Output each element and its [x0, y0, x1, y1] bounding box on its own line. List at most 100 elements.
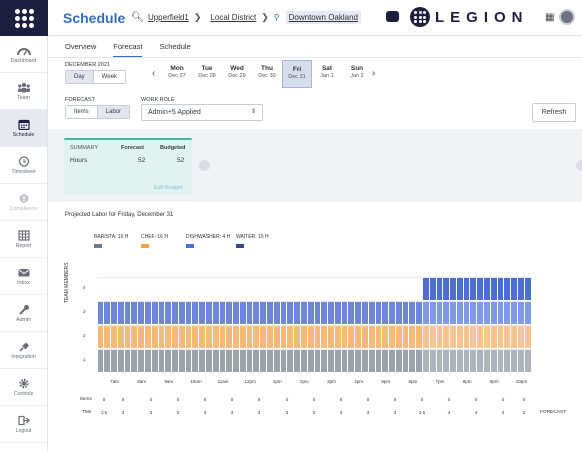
bar-barista[interactable] — [429, 350, 436, 372]
bar-barista[interactable] — [178, 350, 185, 372]
bar-waiter[interactable] — [192, 302, 199, 324]
bar-barista[interactable] — [138, 350, 144, 372]
bar-chef[interactable] — [423, 326, 429, 348]
chevron-right-icon[interactable]: › — [372, 68, 375, 79]
bar-waiter[interactable] — [375, 302, 382, 324]
bar-barista[interactable] — [239, 350, 246, 372]
bar-waiter[interactable] — [104, 302, 111, 324]
bar-waiter[interactable] — [144, 302, 151, 324]
bar-barista[interactable] — [300, 350, 307, 372]
bar-barista[interactable] — [267, 350, 273, 372]
bar-chef[interactable] — [341, 326, 348, 348]
bar-waiter[interactable] — [490, 302, 497, 324]
bar-waiter[interactable] — [477, 302, 484, 324]
bar-barista[interactable] — [307, 350, 314, 372]
bar-waiter[interactable] — [348, 302, 355, 324]
sidebar-item-inbox[interactable]: Inbox — [0, 258, 47, 295]
sidebar-item-report[interactable]: Report — [0, 221, 47, 258]
bar-chef[interactable] — [389, 326, 395, 348]
bar-chef[interactable] — [321, 326, 328, 348]
bar-waiter[interactable] — [111, 302, 117, 324]
bar-barista[interactable] — [206, 350, 212, 372]
bar-barista[interactable] — [165, 350, 172, 372]
sidebar-item-integration[interactable]: Integration — [0, 332, 47, 369]
bar-chef[interactable] — [429, 326, 436, 348]
bar-barista[interactable] — [341, 350, 348, 372]
bar-barista[interactable] — [226, 350, 233, 372]
bar-chef[interactable] — [199, 326, 205, 348]
bar-barista[interactable] — [375, 350, 382, 372]
bar-chef[interactable] — [355, 326, 361, 348]
bar-chef[interactable] — [348, 326, 355, 348]
bar-barista[interactable] — [328, 350, 334, 372]
bar-chef[interactable] — [111, 326, 117, 348]
bar-chef[interactable] — [490, 326, 497, 348]
bar-dishwasher[interactable] — [497, 278, 504, 300]
bar-barista[interactable] — [477, 350, 484, 372]
bar-waiter[interactable] — [328, 302, 334, 324]
bar-barista[interactable] — [355, 350, 361, 372]
avatar[interactable] — [559, 9, 575, 25]
day-wed[interactable]: Wed Dec 29 — [222, 60, 252, 88]
bar-barista[interactable] — [497, 350, 504, 372]
bar-chef[interactable] — [368, 326, 375, 348]
bar-chef[interactable] — [219, 326, 226, 348]
day-thu[interactable]: Thu Dec 30 — [252, 60, 282, 88]
bar-chef[interactable] — [300, 326, 307, 348]
bar-chef[interactable] — [484, 326, 490, 348]
bar-waiter[interactable] — [199, 302, 205, 324]
bar-barista[interactable] — [192, 350, 199, 372]
bar-barista[interactable] — [151, 350, 158, 372]
bar-waiter[interactable] — [178, 302, 185, 324]
bar-chef[interactable] — [511, 326, 517, 348]
bar-waiter[interactable] — [517, 302, 524, 324]
bar-barista[interactable] — [246, 350, 253, 372]
bar-barista[interactable] — [253, 350, 260, 372]
bar-waiter[interactable] — [497, 302, 504, 324]
items-button[interactable]: Items — [66, 106, 97, 118]
bar-chef[interactable] — [212, 326, 219, 348]
bar-waiter[interactable] — [185, 302, 192, 324]
day-sat[interactable]: Sat Jan 1 — [312, 60, 342, 88]
bar-dishwasher[interactable] — [504, 278, 511, 300]
bar-barista[interactable] — [131, 350, 138, 372]
bar-barista[interactable] — [144, 350, 151, 372]
breadcrumb-location[interactable]: Downtown Oakland — [285, 11, 361, 24]
bar-barista[interactable] — [402, 350, 409, 372]
bar-dishwasher[interactable] — [456, 278, 463, 300]
bar-dishwasher[interactable] — [436, 278, 443, 300]
breadcrumb-upperfield[interactable]: Upperfield1 — [148, 13, 189, 22]
bar-chef[interactable] — [334, 326, 341, 348]
carousel-prev-button[interactable] — [199, 160, 210, 171]
bar-barista[interactable] — [294, 350, 300, 372]
bar-barista[interactable] — [273, 350, 280, 372]
bar-dishwasher[interactable] — [511, 278, 517, 300]
bar-dishwasher[interactable] — [450, 278, 456, 300]
bar-dishwasher[interactable] — [484, 278, 490, 300]
bar-waiter[interactable] — [409, 302, 416, 324]
day-view-button[interactable]: Day — [66, 71, 93, 83]
bar-barista[interactable] — [463, 350, 470, 372]
bar-chef[interactable] — [151, 326, 158, 348]
bar-barista[interactable] — [524, 350, 531, 372]
tab-overview[interactable]: Overview — [65, 42, 96, 58]
bar-waiter[interactable] — [239, 302, 246, 324]
bar-chef[interactable] — [443, 326, 450, 348]
bar-barista[interactable] — [504, 350, 511, 372]
bar-chef[interactable] — [395, 326, 402, 348]
bar-chef[interactable] — [117, 326, 124, 348]
bar-chef[interactable] — [280, 326, 287, 348]
bar-dishwasher[interactable] — [463, 278, 470, 300]
bar-chef[interactable] — [382, 326, 389, 348]
bar-chef[interactable] — [192, 326, 199, 348]
bar-waiter[interactable] — [443, 302, 450, 324]
edit-budget-link[interactable]: Edit Budget — [154, 185, 182, 191]
chevron-left-icon[interactable]: ‹ — [152, 68, 155, 79]
bar-barista[interactable] — [233, 350, 239, 372]
bar-chef[interactable] — [131, 326, 138, 348]
bar-barista[interactable] — [199, 350, 205, 372]
day-fri[interactable]: Fri Dec 31 — [282, 60, 312, 88]
bar-chef[interactable] — [178, 326, 185, 348]
chat-icon[interactable] — [386, 11, 399, 22]
bar-barista[interactable] — [158, 350, 165, 372]
